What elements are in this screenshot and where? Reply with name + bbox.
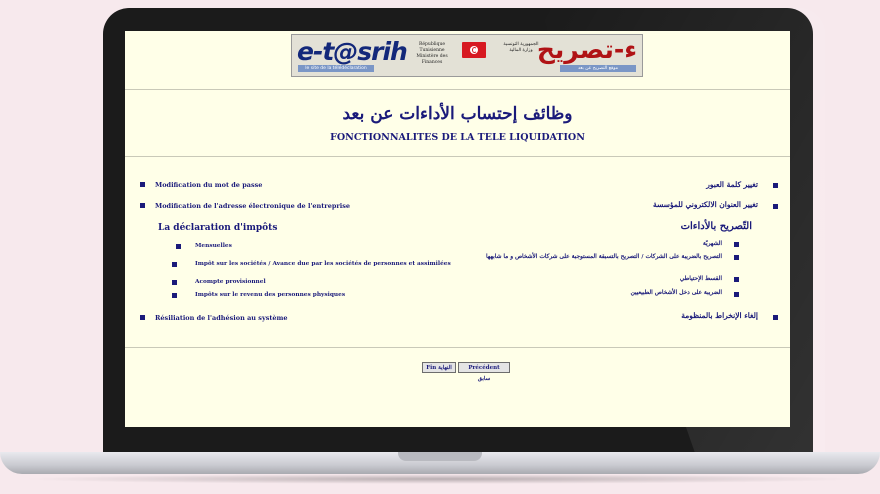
bullet-icon: [140, 315, 145, 320]
browser-page: e-t@srih République Tunisienne Ministère…: [125, 31, 790, 427]
site-banner[interactable]: e-t@srih République Tunisienne Ministère…: [291, 34, 643, 77]
banner-french-text: République Tunisienne Ministère des Fina…: [406, 42, 458, 66]
bullet-icon: [773, 183, 778, 188]
end-button[interactable]: Fin النهاية: [422, 362, 456, 373]
bullet-icon: [172, 262, 177, 267]
ministry-name-fr: Ministère des Finances: [416, 54, 448, 65]
page-title-french: FONCTIONNALITES DE LA TELE LIQUIDATION: [330, 132, 585, 143]
link-change-email-ar[interactable]: تغيير العنوان الالكتروني للمؤسسة: [653, 200, 758, 209]
bullet-icon: [140, 182, 145, 187]
bullet-icon: [140, 203, 145, 208]
laptop-notch: [398, 452, 482, 461]
link-monthly-fr[interactable]: Mensuelles: [195, 243, 232, 249]
page-title-arabic: وظائف إحتساب الأداءات عن بعد: [342, 104, 573, 124]
bullet-icon: [734, 292, 739, 297]
bullet-icon: [773, 204, 778, 209]
site-tagline-fr: le site de la télédéclaration: [298, 65, 374, 72]
bullet-icon: [172, 293, 177, 298]
country-name-fr: République Tunisienne: [418, 42, 446, 53]
link-termination-ar[interactable]: إلغاء الإنخراط بالمنظومة: [681, 311, 758, 320]
link-change-password-fr[interactable]: Modification du mot de passe: [155, 181, 262, 189]
bullet-icon: [734, 277, 739, 282]
link-corporate-tax-fr[interactable]: Impôt sur les sociétés / Avance due par …: [195, 261, 451, 267]
link-termination-fr[interactable]: Résiliation de l'adhésion au système: [155, 314, 288, 322]
link-monthly-ar[interactable]: الشهريّة: [703, 241, 722, 247]
laptop-shadow: [20, 474, 860, 484]
tunisia-flag-icon: [462, 42, 486, 58]
link-change-password-ar[interactable]: تغيير كلمة العبور: [706, 180, 758, 189]
bullet-icon: [773, 315, 778, 320]
site-tagline-ar: موقع التصريح عن بعد: [560, 65, 636, 72]
link-income-tax-ar[interactable]: الضريبة على دخل الأشخاص الطبيعيين: [630, 290, 722, 296]
bullet-icon: [734, 242, 739, 247]
logo-arabic: ء-تصريح: [536, 35, 637, 64]
bullet-icon: [734, 255, 739, 260]
logo-latin: e-t@srih: [297, 37, 408, 66]
section-heading-declaration-ar: التّصريح بالأداءات: [680, 221, 752, 232]
link-corporate-tax-ar[interactable]: التصريح بالضريبة على الشركات / التصريح ب…: [452, 253, 722, 261]
divider: [125, 156, 790, 157]
divider: [125, 347, 790, 348]
divider: [125, 89, 790, 90]
section-heading-declaration-fr: La déclaration d'impôts: [158, 223, 278, 233]
link-change-email-fr[interactable]: Modification de l'adresse électronique d…: [155, 202, 350, 210]
previous-button[interactable]: Précédent سابق: [458, 362, 510, 382]
link-provisional-payment-ar[interactable]: القسط الإحتياطي: [680, 276, 722, 282]
bullet-icon: [176, 244, 181, 249]
bullet-icon: [172, 280, 177, 285]
link-provisional-payment-fr[interactable]: Acompte provisionnel: [195, 279, 266, 285]
link-income-tax-fr[interactable]: Impôts sur le revenu des personnes physi…: [195, 292, 345, 298]
